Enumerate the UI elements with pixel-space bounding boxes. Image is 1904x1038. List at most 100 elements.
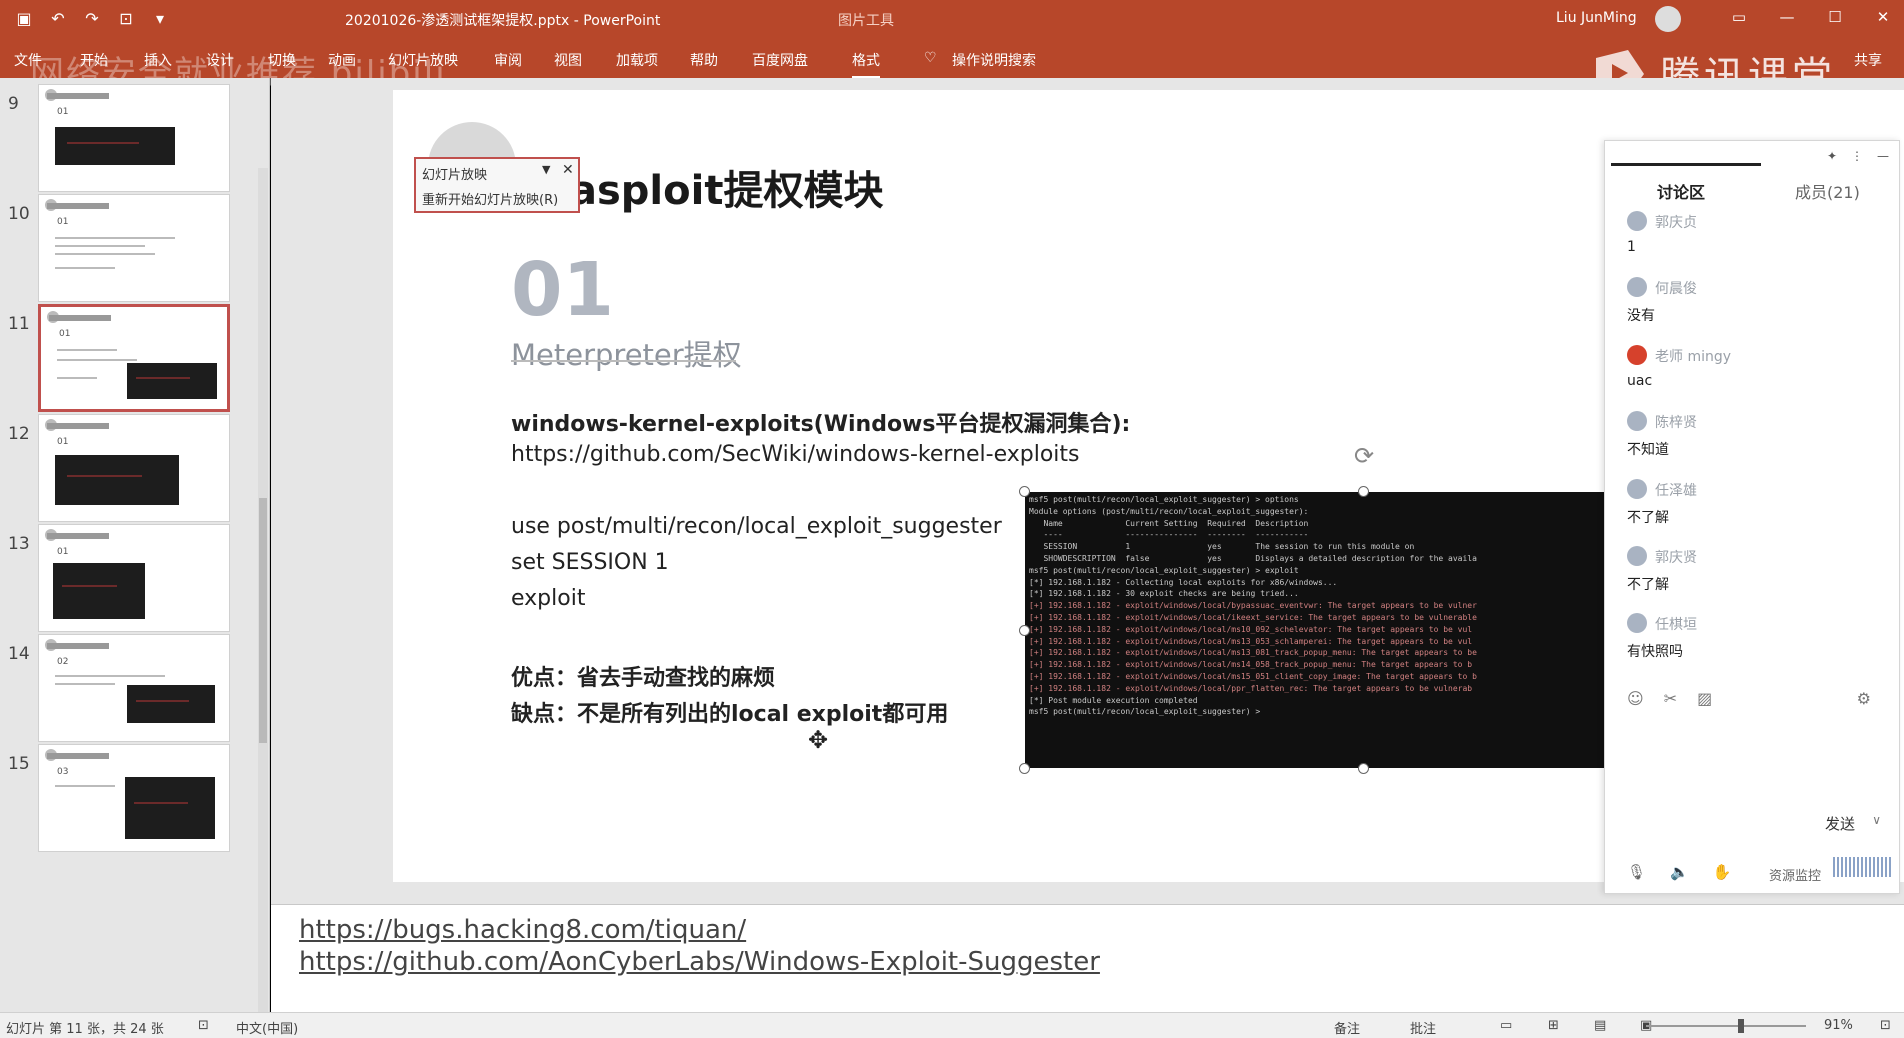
maximize-icon[interactable]: ☐ bbox=[1824, 8, 1846, 26]
tab-insert[interactable]: 插入 bbox=[144, 50, 172, 70]
minimize-icon[interactable]: — bbox=[1877, 149, 1889, 163]
slide-thumbnail[interactable]: 01 bbox=[38, 524, 230, 632]
thumbnail-number: 13 bbox=[8, 534, 30, 554]
thumbnail-number: 15 bbox=[8, 754, 30, 774]
minimize-icon[interactable]: — bbox=[1776, 8, 1798, 26]
avatar[interactable] bbox=[1655, 6, 1681, 32]
restart-slideshow-item[interactable]: 重新开始幻灯片放映(R) bbox=[422, 189, 558, 208]
slide-title[interactable]: asploit提权模块 bbox=[570, 158, 883, 216]
tell-me-search[interactable]: 操作说明搜索 bbox=[952, 50, 1036, 70]
close-icon[interactable]: ✕ bbox=[1872, 8, 1894, 26]
slide-thumbnail[interactable]: 01 bbox=[38, 84, 230, 192]
sender-name: 何晨俊 bbox=[1655, 281, 1697, 297]
slideshow-icon[interactable]: ⊡ bbox=[116, 9, 136, 29]
tab-view[interactable]: 视图 bbox=[554, 50, 582, 70]
more-icon[interactable]: ⋮ bbox=[1851, 149, 1863, 163]
tab-home[interactable]: 开始 bbox=[80, 50, 108, 70]
emoji-icon[interactable]: ☺ bbox=[1627, 689, 1644, 708]
notes-pane[interactable]: https://bugs.hacking8.com/tiquan/ https:… bbox=[271, 904, 1904, 1012]
tab-help[interactable]: 帮助 bbox=[690, 50, 718, 70]
send-button[interactable]: 发送 bbox=[1825, 813, 1855, 834]
reading-view-icon[interactable]: ▤ bbox=[1594, 1018, 1606, 1033]
document-title: 20201026-渗透测试框架提权.pptx - PowerPoint bbox=[345, 13, 661, 29]
command-line[interactable]: set SESSION 1 bbox=[511, 550, 669, 575]
avatar bbox=[1627, 613, 1647, 633]
hand-raise-icon[interactable]: ✋ bbox=[1713, 863, 1732, 881]
cons-text[interactable]: 缺点：不是所有列出的local exploit都可用 bbox=[511, 696, 948, 728]
user-name[interactable]: Liu JunMing bbox=[1556, 10, 1637, 26]
ribbon-display-icon[interactable]: ▭ bbox=[1728, 8, 1750, 26]
thumbnail-number: 12 bbox=[8, 424, 30, 444]
gear-icon[interactable]: ⚙ bbox=[1857, 689, 1871, 708]
pin-icon[interactable]: ✦ bbox=[1827, 149, 1837, 163]
slide-subtitle[interactable]: Meterpreter提权 bbox=[511, 332, 742, 374]
terminal-screenshot[interactable]: msf5 post(multi/recon/local_exploit_sugg… bbox=[1025, 492, 1607, 768]
media-controls: 🎙 🔈 ✋ bbox=[1627, 863, 1731, 881]
accessibility-icon[interactable]: ⊡ bbox=[198, 1018, 209, 1033]
pros-text[interactable]: 优点：省去手动查找的麻烦 bbox=[511, 660, 775, 692]
body-url[interactable]: https://github.com/SecWiki/windows-kerne… bbox=[511, 442, 1080, 467]
scissors-icon[interactable]: ✂ bbox=[1664, 689, 1677, 708]
share-button[interactable]: 共享 bbox=[1854, 50, 1882, 70]
resize-handle[interactable] bbox=[1019, 486, 1030, 497]
thumbnail-scrollbar[interactable] bbox=[258, 168, 268, 1038]
notes-link[interactable]: https://github.com/AonCyberLabs/Windows-… bbox=[299, 947, 1100, 977]
resize-handle[interactable] bbox=[1019, 625, 1030, 636]
tab-transitions[interactable]: 切换 bbox=[268, 50, 296, 70]
microphone-icon[interactable]: 🎙 bbox=[1627, 863, 1646, 881]
terminal-line: SHOWDESCRIPTION false yes Displays a det… bbox=[1029, 553, 1477, 563]
terminal-line: [+] 192.168.1.182 - exploit/windows/loca… bbox=[1029, 612, 1477, 622]
notes-link[interactable]: https://bugs.hacking8.com/tiquan/ bbox=[299, 915, 746, 945]
tab-slideshow[interactable]: 幻灯片放映 bbox=[388, 50, 458, 70]
slide-thumbnail-pane: 9 01 10 01 11 01 12 01 13 01 14 02 15 03 bbox=[0, 78, 270, 1038]
command-line[interactable]: exploit bbox=[511, 586, 585, 611]
ribbon-tabs: 文件 开始 插入 设计 切换 动画 幻灯片放映 审阅 视图 加载项 帮助 百度网… bbox=[0, 38, 1904, 78]
zoom-level[interactable]: 91% bbox=[1824, 1018, 1853, 1033]
comments-toggle[interactable]: 批注 bbox=[1410, 1018, 1436, 1037]
image-icon[interactable]: ▨ bbox=[1697, 689, 1712, 708]
save-icon[interactable]: ▣ bbox=[14, 9, 34, 29]
tab-discussion[interactable]: 讨论区 bbox=[1657, 179, 1705, 203]
normal-view-icon[interactable]: ▭ bbox=[1500, 1018, 1512, 1033]
zoom-slider[interactable] bbox=[1646, 1025, 1806, 1027]
resource-monitor-label[interactable]: 资源监控 bbox=[1769, 865, 1821, 884]
scrollbar-thumb[interactable] bbox=[259, 498, 267, 743]
chevron-down-icon[interactable]: ∨ bbox=[1872, 813, 1881, 827]
tab-file[interactable]: 文件 bbox=[14, 50, 42, 70]
resize-handle[interactable] bbox=[1358, 763, 1369, 774]
terminal-line: msf5 post(multi/recon/local_exploit_sugg… bbox=[1029, 495, 1299, 504]
redo-icon[interactable]: ↷ bbox=[82, 9, 102, 29]
zoom-slider-knob[interactable] bbox=[1738, 1019, 1744, 1033]
notes-toggle[interactable]: 备注 bbox=[1334, 1018, 1360, 1037]
speaker-icon[interactable]: 🔈 bbox=[1670, 863, 1689, 881]
customize-icon[interactable]: ▾ bbox=[150, 9, 170, 29]
close-icon[interactable]: ✕ bbox=[562, 162, 574, 178]
section-number[interactable]: 01 bbox=[511, 247, 614, 333]
slide-sorter-icon[interactable]: ⊞ bbox=[1548, 1018, 1559, 1033]
tab-baidu-netdisk[interactable]: 百度网盘 bbox=[752, 50, 808, 70]
subtitle-divider bbox=[511, 360, 736, 362]
resize-handle[interactable] bbox=[1019, 763, 1030, 774]
language-indicator[interactable]: 中文(中国) bbox=[236, 1018, 298, 1037]
tab-design[interactable]: 设计 bbox=[206, 50, 234, 70]
slide-thumbnail[interactable]: 03 bbox=[38, 744, 230, 852]
tab-review[interactable]: 审阅 bbox=[494, 50, 522, 70]
terminal-line: [+] 192.168.1.182 - exploit/windows/loca… bbox=[1029, 648, 1477, 658]
thumbnail-tag: 02 bbox=[57, 657, 69, 667]
slide-thumbnail-selected[interactable]: 01 bbox=[38, 304, 230, 412]
resize-handle[interactable] bbox=[1358, 486, 1369, 497]
tab-animations[interactable]: 动画 bbox=[328, 50, 356, 70]
slide-thumbnail[interactable]: 02 bbox=[38, 634, 230, 742]
command-line[interactable]: use post/multi/recon/local_exploit_sugge… bbox=[511, 514, 1002, 539]
slide-thumbnail[interactable]: 01 bbox=[38, 414, 230, 522]
chevron-down-icon[interactable]: ▼ bbox=[542, 163, 550, 176]
undo-icon[interactable]: ↶ bbox=[48, 9, 68, 29]
tab-format[interactable]: 格式 bbox=[852, 50, 880, 78]
terminal-line: [+] 192.168.1.182 - exploit/windows/loca… bbox=[1029, 624, 1473, 634]
slide-thumbnail[interactable]: 01 bbox=[38, 194, 230, 302]
tab-addins[interactable]: 加载项 bbox=[616, 50, 658, 70]
rotate-handle-icon[interactable]: ⟳ bbox=[1354, 442, 1374, 470]
tab-members[interactable]: 成员(21) bbox=[1795, 179, 1860, 203]
fit-slide-icon[interactable]: ⊡ bbox=[1880, 1018, 1891, 1033]
body-heading[interactable]: windows-kernel-exploits(Windows平台提权漏洞集合)… bbox=[511, 406, 1130, 438]
